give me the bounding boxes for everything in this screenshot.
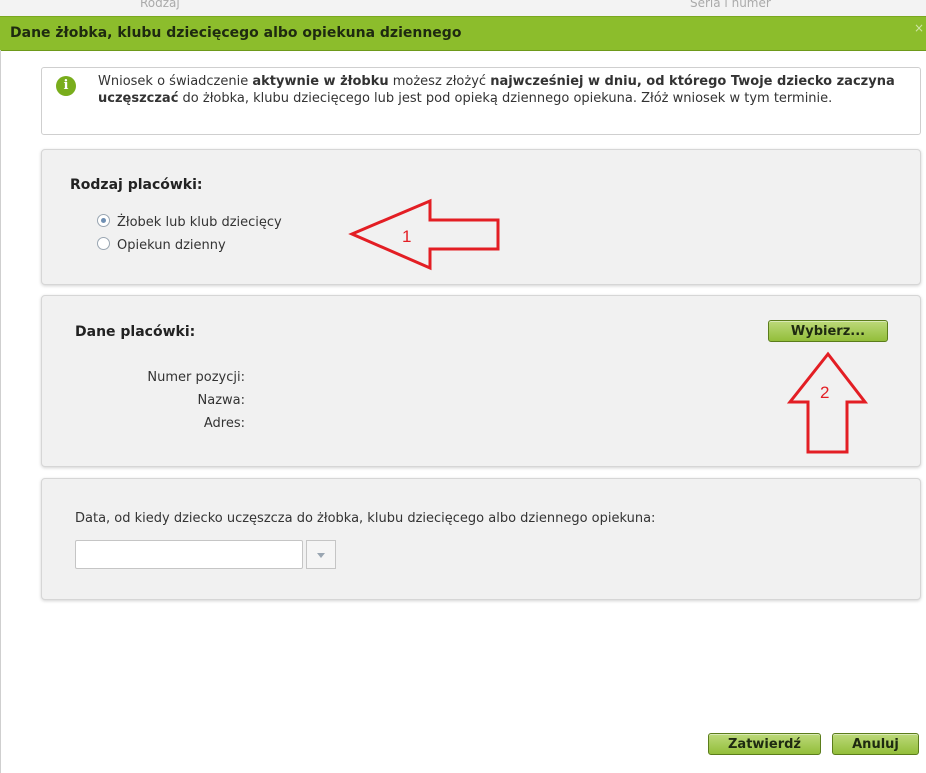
facility-type-label: Rodzaj placówki: xyxy=(70,177,203,193)
background-window-strip: Rodzaj Seria i numer xyxy=(0,0,926,17)
info-text-part: możesz złożyć xyxy=(388,74,491,89)
facility-data-panel: Dane placówki: Wybierz... Numer pozycji:… xyxy=(41,295,921,467)
dialog-titlebar: Dane żłobka, klubu dziecięcego albo opie… xyxy=(0,16,926,51)
info-text-part: Wniosek o świadczenie xyxy=(98,74,253,89)
radio-label-zlobek[interactable]: Żłobek lub klub dziecięcy xyxy=(117,215,282,230)
info-message: i Wniosek o świadczenie aktywnie w żłobk… xyxy=(41,67,921,135)
info-text: Wniosek o świadczenie aktywnie w żłobku … xyxy=(98,73,908,107)
background-tab-rodzaj: Rodzaj xyxy=(140,0,180,10)
dialog-title: Dane żłobka, klubu dziecięcego albo opie… xyxy=(10,25,462,41)
adres-label: Adres: xyxy=(203,416,245,431)
confirm-button[interactable]: Zatwierdź xyxy=(708,733,821,755)
start-date-panel: Data, od kiedy dziecko uczęszcza do żłob… xyxy=(41,478,921,600)
cancel-button[interactable]: Anuluj xyxy=(832,733,919,755)
numer-pozycji-label: Numer pozycji: xyxy=(147,370,245,385)
info-text-emphasis: aktywnie w żłobku xyxy=(252,74,389,89)
dialog-left-border xyxy=(0,50,1,773)
radio-label-opiekun[interactable]: Opiekun dzienny xyxy=(117,238,226,253)
select-facility-button[interactable]: Wybierz... xyxy=(768,320,888,342)
facility-data-label: Dane placówki: xyxy=(75,324,196,340)
facility-type-panel: Rodzaj placówki: Żłobek lub klub dziecię… xyxy=(41,149,921,285)
date-dropdown-trigger[interactable] xyxy=(306,540,336,569)
close-icon[interactable]: × xyxy=(914,21,924,35)
info-text-part: do żłobka, klubu dziecięcego lub jest po… xyxy=(178,91,833,106)
info-icon: i xyxy=(56,76,76,96)
radio-option-opiekun[interactable]: Opiekun dzienny xyxy=(97,237,226,255)
radio-button-unchecked[interactable] xyxy=(97,237,110,250)
nazwa-label: Nazwa: xyxy=(197,393,246,408)
background-tab-seria: Seria i numer xyxy=(690,0,771,10)
start-date-label: Data, od kiedy dziecko uczęszcza do żłob… xyxy=(75,511,656,526)
start-date-input[interactable] xyxy=(75,540,303,569)
radio-option-zlobek[interactable]: Żłobek lub klub dziecięcy xyxy=(97,214,282,232)
radio-button-checked[interactable] xyxy=(97,214,110,227)
